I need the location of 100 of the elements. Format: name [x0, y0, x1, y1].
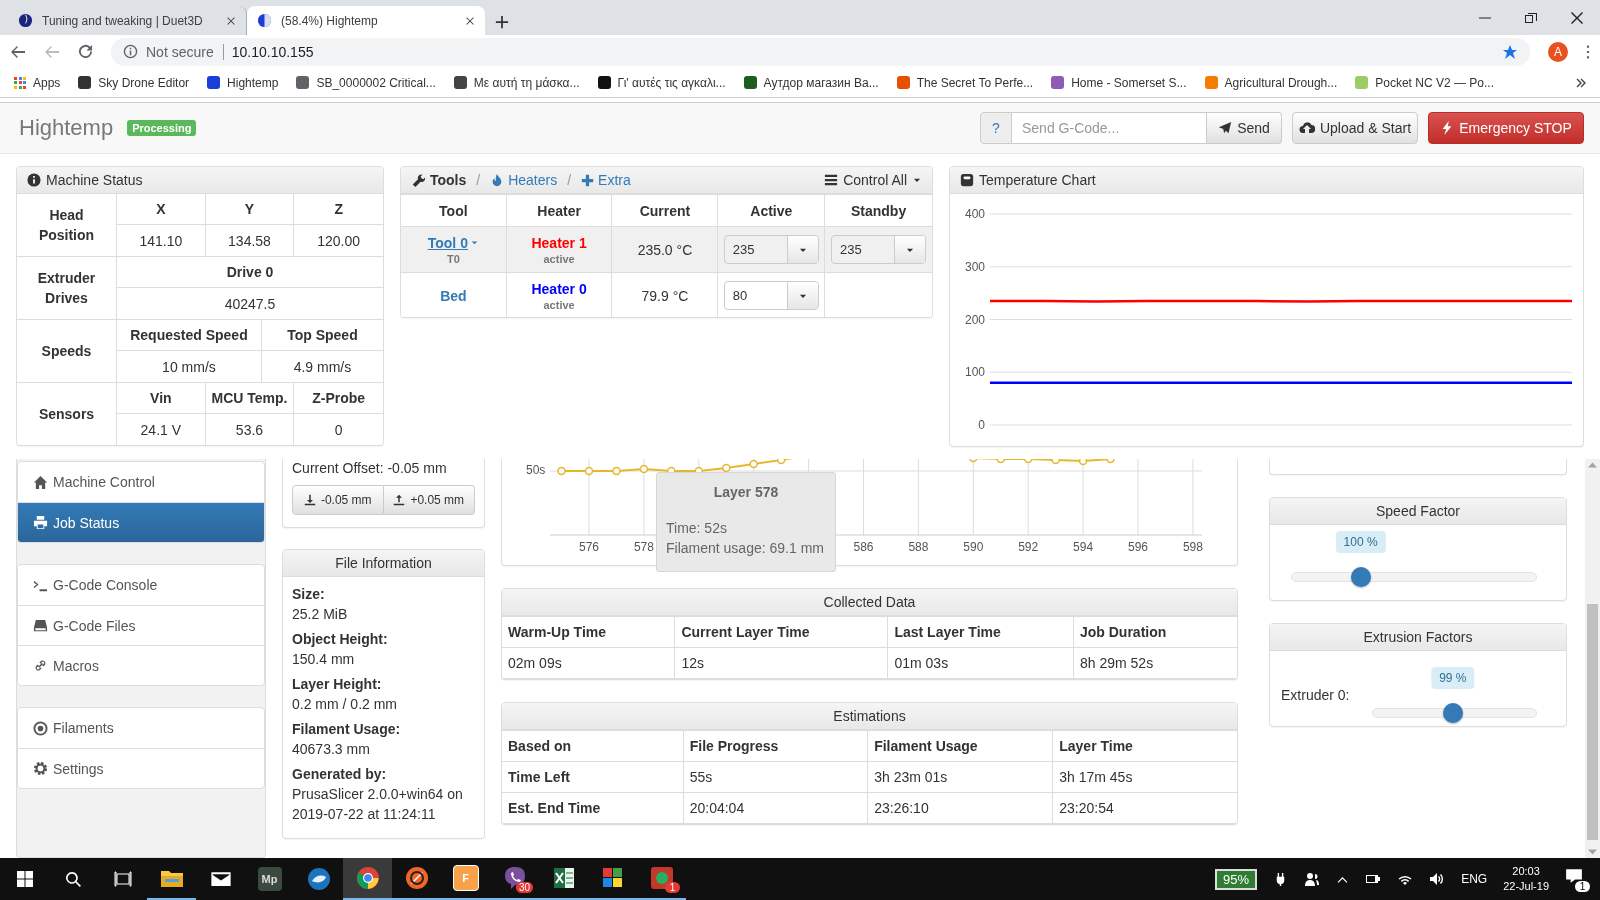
table-cell: 10 mm/s: [117, 351, 262, 382]
status-badge: Processing: [127, 120, 197, 136]
breadcrumb-separator: /: [476, 172, 481, 188]
app-icon: F: [452, 865, 479, 891]
offset-button[interactable]: -0.05 mm: [292, 485, 384, 515]
table-cell: 53.6: [205, 414, 295, 445]
taskbar-app[interactable]: 1: [637, 858, 686, 900]
sidebar-item[interactable]: Filaments: [18, 708, 264, 748]
bookmark[interactable]: The Secret To Perfe...: [896, 75, 1034, 90]
heater-link[interactable]: Heater 0: [506, 280, 612, 297]
gcode-input-field[interactable]: Send G-Code...: [1012, 112, 1207, 144]
url-text: 10.10.10.155: [231, 43, 314, 60]
info-value: PrusaSlicer 2.0.0+win64 on 2019-07-22 at 11:24:11: [292, 786, 463, 822]
sidebar-item[interactable]: Job Status: [18, 502, 264, 542]
heater-link[interactable]: Heater 1: [506, 234, 612, 251]
axis-tick-label: 576: [579, 540, 599, 554]
info-value: 40673.3 mm: [292, 741, 370, 757]
info-label: Size:: [292, 585, 326, 604]
help-button[interactable]: ?: [980, 112, 1012, 144]
control-all-dropdown[interactable]: Control All: [824, 172, 922, 188]
slider-value: 100 %: [1335, 531, 1386, 553]
app-icon: Mp: [257, 867, 282, 891]
table-cell: 23:26:10: [867, 792, 1053, 824]
extruder-label: Extruder 0:: [1281, 687, 1350, 703]
table-cell: 134.58: [205, 225, 295, 256]
info-label: Generated by:: [292, 765, 388, 784]
panel-title: Estimations: [833, 708, 906, 724]
browser-tab[interactable]: (58.4%) Hightemp: [247, 6, 485, 35]
column-header: Heater: [506, 194, 612, 227]
panel-title: Machine Status: [46, 172, 143, 188]
axis-tick-label: 400: [964, 207, 985, 221]
column-header: File Progress: [683, 730, 868, 762]
table-row[interactable]: Tool 0 T0 Heater 1 active 235.0 °C 235 235: [401, 226, 932, 273]
sidebar-item[interactable]: G-Code Files: [18, 605, 264, 645]
temperature-field[interactable]: 235: [723, 235, 819, 264]
table-cell-text: 40247.5: [223, 294, 277, 314]
offset-button[interactable]: +0.05 mm: [383, 485, 475, 515]
panel-title: Speed Factor: [1375, 503, 1461, 519]
bookmark[interactable]: SB_0000002 Critical...: [296, 75, 436, 90]
bookmark[interactable]: Hightemp: [207, 75, 279, 90]
tool-link[interactable]: Tool 0: [427, 234, 479, 251]
temperature-field[interactable]: 235: [831, 235, 927, 264]
sidebar-item[interactable]: Macros: [18, 645, 264, 685]
emergency-stop-button[interactable]: Emergency STOP: [1428, 112, 1584, 144]
bookmark[interactable]: Γι' αυτές τις αγκαλι...: [597, 75, 726, 90]
panel-link[interactable]: Heaters: [490, 172, 558, 188]
tooltip-title: Layer 578: [712, 484, 780, 500]
column-header: Top Speed: [261, 320, 383, 351]
table-cell: 01m 03s: [887, 647, 1074, 679]
column-header: Filament Usage: [867, 730, 1053, 762]
axis-tick-label: 588: [908, 540, 929, 554]
table-cell: 235.0 °C: [612, 226, 718, 273]
axis-tick-label: 578: [633, 540, 654, 554]
info-value: 0.2 mm / 0.2 mm: [292, 696, 398, 712]
notification-count: 1: [665, 882, 680, 893]
tool-link[interactable]: Bed: [440, 287, 467, 304]
panel-title: File Information: [335, 555, 432, 571]
table-cell: 3h 23m 01s: [867, 761, 1053, 793]
column-header: Job Duration: [1073, 616, 1237, 648]
info-label: Layer Height:: [292, 675, 383, 694]
column-header: Based on: [502, 730, 684, 762]
taskbar-app[interactable]: 30: [490, 858, 539, 900]
profile-avatar[interactable]: A: [1548, 41, 1568, 62]
table-cell: 12s: [674, 647, 888, 679]
panel-link[interactable]: Extra: [581, 172, 631, 188]
bookmark[interactable]: Με αυτή τη μάσκα...: [453, 75, 580, 90]
row-header: Est. End Time: [502, 792, 684, 824]
battery-indicator: 95%: [1215, 868, 1258, 890]
info-value: 150.4 mm: [292, 651, 355, 667]
sidebar-item[interactable]: G-Code Console: [18, 565, 264, 605]
table-cell: 141.10: [117, 225, 206, 256]
action-center-button[interactable]: 1: [1565, 866, 1590, 892]
row-header: Speeds: [17, 320, 117, 382]
upload-start-button[interactable]: Upload & Start: [1292, 112, 1418, 144]
column-header: Requested Speed: [117, 320, 262, 351]
app-title: Hightemp: [19, 115, 114, 141]
send-button[interactable]: Send: [1207, 112, 1282, 144]
column-header: Tool: [401, 194, 507, 227]
bookmark[interactable]: Аутдор магазин Ва...: [743, 75, 879, 90]
temperature-field[interactable]: 80: [723, 281, 819, 310]
language-indicator[interactable]: ENG: [1461, 872, 1488, 886]
bookmark[interactable]: Home - Somerset S...: [1051, 75, 1187, 90]
column-header: Vin: [117, 383, 206, 414]
bookmark[interactable]: Sky Drone Editor: [78, 75, 190, 90]
bookmark[interactable]: Apps: [14, 75, 61, 90]
sidebar-item[interactable]: Settings: [18, 748, 264, 788]
clock[interactable]: 20:03 22-Jul-19: [1503, 864, 1549, 894]
axis-tick-label: 598: [1182, 540, 1203, 554]
table-row[interactable]: Bed Heater 0 active 79.9 °C 80: [401, 272, 932, 317]
bookmark[interactable]: Pocket NC V2 — Po...: [1355, 75, 1494, 90]
axis-tick-label: 592: [1018, 540, 1039, 554]
axis-tick-label: 100: [964, 365, 985, 380]
sidebar-item[interactable]: Machine Control: [18, 462, 264, 502]
bookmark[interactable]: Agricultural Drough...: [1204, 75, 1338, 90]
row-header: Sensors: [17, 383, 117, 445]
taskbar-app[interactable]: Mp: [245, 858, 294, 900]
column-header: Drive 0: [117, 257, 383, 288]
address-bar[interactable]: Not secure 10.10.10.155: [111, 37, 1530, 66]
panel-title: Collected Data: [823, 594, 916, 610]
column-header: Z: [294, 194, 383, 225]
